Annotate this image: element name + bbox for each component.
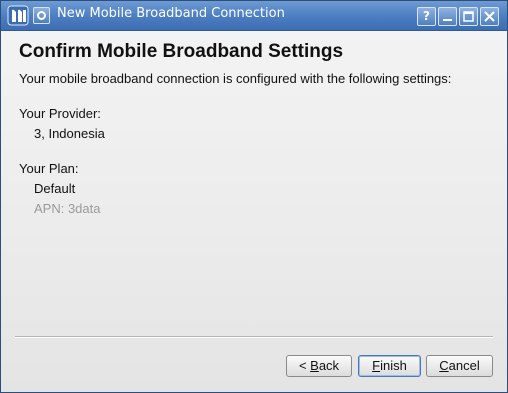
- back-button[interactable]: < Back: [286, 355, 352, 377]
- provider-label: Your Provider:: [19, 106, 101, 121]
- back-mnemonic: B: [310, 358, 319, 373]
- button-separator: [15, 336, 493, 338]
- cancel-label-rest: ancel: [448, 358, 480, 373]
- minimize-icon: [443, 19, 452, 21]
- finish-label-rest: inish: [380, 358, 407, 373]
- finish-mnemonic: F: [372, 358, 381, 373]
- window-menu-icon: [37, 11, 46, 20]
- provider-value: 3, Indonesia: [34, 126, 105, 141]
- window-title: New Mobile Broadband Connection: [57, 6, 285, 21]
- minimize-button[interactable]: [438, 7, 457, 26]
- page-title: Confirm Mobile Broadband Settings: [19, 41, 344, 62]
- help-button[interactable]: ?: [417, 7, 436, 26]
- wizard-page: Confirm Mobile Broadband Settings Your m…: [1, 31, 507, 392]
- finish-button[interactable]: Finish: [358, 355, 421, 377]
- window-menu-button[interactable]: [33, 7, 50, 24]
- close-button[interactable]: [480, 7, 499, 26]
- dialog-window: New Mobile Broadband Connection ? Confir…: [0, 0, 508, 393]
- plan-value: Default: [34, 181, 76, 196]
- cancel-button[interactable]: Cancel: [426, 355, 493, 377]
- page-subtitle: Your mobile broadband connection is conf…: [19, 71, 452, 86]
- plan-label: Your Plan:: [19, 161, 79, 176]
- cancel-mnemonic: C: [439, 358, 449, 373]
- back-prefix: <: [298, 358, 311, 373]
- close-icon: [484, 11, 495, 22]
- title-bar[interactable]: New Mobile Broadband Connection ?: [1, 1, 507, 31]
- apn-text: APN: 3data: [34, 201, 101, 216]
- maximize-button[interactable]: [459, 7, 478, 26]
- maximize-icon: [463, 11, 474, 22]
- back-label-rest: ack: [318, 358, 340, 373]
- kde-app-icon[interactable]: [7, 5, 29, 26]
